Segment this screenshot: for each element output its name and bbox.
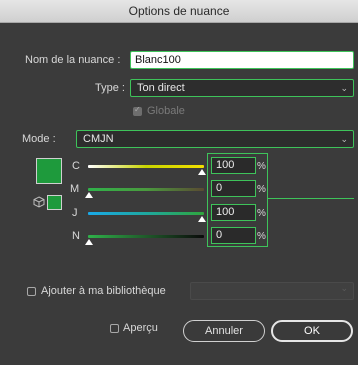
type-select-value: Ton direct — [137, 82, 185, 94]
slider-label-m: M — [70, 183, 80, 195]
preview-label: Aperçu — [123, 322, 158, 334]
cyan-slider-thumb[interactable] — [198, 169, 206, 175]
cancel-button[interactable]: Annuler — [183, 320, 265, 342]
mode-label: Mode : — [22, 133, 56, 145]
add-to-library-checkbox[interactable] — [27, 287, 36, 296]
chevron-down-icon: ⌄ — [340, 83, 348, 93]
black-value-input[interactable]: 0 — [211, 227, 256, 244]
magenta-slider-thumb[interactable] — [85, 192, 93, 198]
mode-link-line — [268, 198, 354, 199]
color-swatch-preview — [36, 158, 62, 184]
globale-label: Globale — [147, 105, 185, 117]
cube-icon — [33, 196, 45, 208]
yellow-slider-track[interactable] — [88, 212, 204, 215]
type-label: Type : — [95, 82, 125, 94]
chevron-down-icon: ⌄ — [340, 134, 348, 144]
mode-select[interactable]: CMJN ⌄ — [76, 130, 354, 148]
ok-button[interactable]: OK — [271, 320, 353, 342]
magenta-value-input[interactable]: 0 — [211, 180, 256, 197]
yellow-slider-thumb[interactable] — [198, 216, 206, 222]
cyan-slider-track[interactable] — [88, 165, 204, 168]
mode-select-value: CMJN — [83, 133, 114, 145]
library-select[interactable]: ⌄ — [190, 282, 354, 300]
swatch-name-input[interactable]: Blanc100 — [130, 51, 354, 69]
dialog-titlebar: Options de nuance — [0, 0, 358, 23]
out-of-gamut-swatch[interactable] — [47, 195, 62, 210]
chevron-down-icon: ⌄ — [340, 283, 348, 293]
name-label: Nom de la nuance : — [25, 54, 121, 66]
yellow-value-input[interactable]: 100 — [211, 204, 256, 221]
cyan-value-input[interactable]: 100 — [211, 157, 256, 174]
black-slider-track[interactable] — [88, 235, 204, 238]
globale-checkbox[interactable] — [133, 105, 142, 116]
yellow-percent-sign: % — [257, 208, 266, 219]
slider-label-n: N — [72, 230, 80, 242]
magenta-percent-sign: % — [257, 184, 266, 195]
dialog-title: Options de nuance — [128, 4, 230, 18]
slider-label-c: C — [72, 160, 80, 172]
slider-label-j: J — [72, 207, 78, 219]
black-percent-sign: % — [257, 231, 266, 242]
magenta-slider-track[interactable] — [88, 188, 204, 191]
add-to-library-label: Ajouter à ma bibliothèque — [41, 285, 166, 297]
preview-checkbox[interactable] — [110, 324, 119, 333]
black-slider-thumb[interactable] — [85, 239, 93, 245]
swatch-options-dialog: Nom de la nuance : Blanc100 Type : Ton d… — [0, 23, 358, 365]
cyan-percent-sign: % — [257, 161, 266, 172]
type-select[interactable]: Ton direct ⌄ — [130, 79, 354, 97]
